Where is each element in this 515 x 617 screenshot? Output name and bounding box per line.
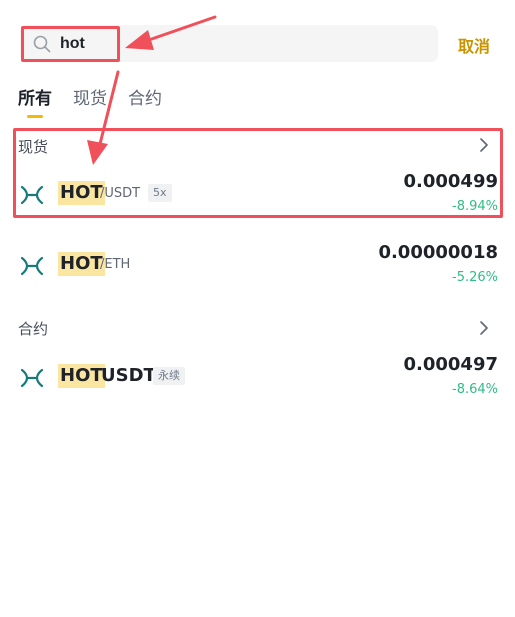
market-row-hot-usdt[interactable]: HOT /USDT 5x 0.000499 -8.94% [18, 171, 498, 219]
chevron-right-icon[interactable] [478, 137, 490, 153]
section-header-contract: 合约 [18, 320, 49, 338]
market-row-hot-eth[interactable]: HOT /ETH 0.00000018 -5.26% [18, 242, 498, 290]
leverage-badge: 5x [148, 184, 172, 202]
search-icon [33, 35, 51, 53]
tab-all[interactable]: 所有 [18, 84, 52, 109]
search-bar[interactable] [20, 25, 438, 62]
search-input[interactable] [60, 25, 420, 62]
price-change: -8.94% [452, 199, 498, 214]
chevron-right-icon[interactable] [478, 320, 490, 336]
holo-logo-icon [20, 256, 44, 276]
active-tab-indicator [27, 115, 43, 118]
quote-asset: /USDT [100, 186, 141, 201]
holo-logo-icon [20, 368, 44, 388]
last-price: 0.000499 [403, 171, 498, 192]
tab-spot[interactable]: 现货 [73, 84, 107, 109]
quote-asset: /ETH [100, 257, 131, 272]
cancel-button[interactable]: 取消 [458, 33, 490, 57]
base-asset: HOT [58, 252, 105, 276]
base-asset: HOT [58, 364, 105, 388]
price-change: -5.26% [452, 270, 498, 285]
holo-logo-icon [20, 185, 44, 205]
base-asset: HOT [58, 181, 105, 205]
quote-asset: USDT [101, 365, 156, 386]
section-header-spot: 现货 [18, 138, 49, 156]
price-change: -8.64% [452, 382, 498, 397]
last-price: 0.00000018 [378, 242, 498, 263]
last-price: 0.000497 [403, 354, 498, 375]
market-row-hot-usdt-perpetual[interactable]: HOT USDT 永续 0.000497 -8.64% [18, 354, 498, 402]
perpetual-badge: 永续 [153, 367, 185, 385]
tab-contract[interactable]: 合约 [128, 84, 162, 109]
